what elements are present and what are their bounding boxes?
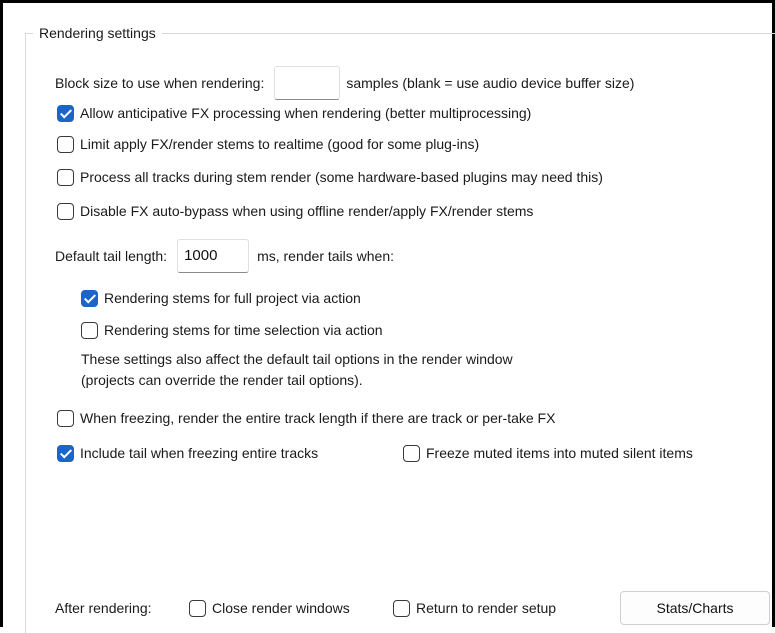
return-setup-option[interactable]: Return to render setup — [393, 598, 556, 618]
block-size-row: Block size to use when rendering: sample… — [55, 66, 634, 100]
tail-length-row: Default tail length: 1000 ms, render tai… — [55, 239, 394, 273]
include-tail-option[interactable]: Include tail when freezing entire tracks — [57, 443, 318, 463]
tail-length-input[interactable]: 1000 — [177, 239, 250, 273]
freeze-muted-option[interactable]: Freeze muted items into muted silent ite… — [403, 443, 693, 463]
close-render-windows-checkbox[interactable] — [189, 599, 206, 617]
process-all-tracks-checkbox[interactable] — [57, 168, 74, 186]
include-tail-checkbox[interactable] — [57, 444, 74, 462]
block-size-suffix: samples (blank = use audio device buffer… — [346, 75, 635, 91]
time-selection-checkbox[interactable] — [81, 321, 98, 339]
freeze-muted-checkbox[interactable] — [403, 444, 420, 462]
process-all-tracks-option[interactable]: Process all tracks during stem render (s… — [57, 167, 603, 187]
close-render-windows-label: Close render windows — [212, 600, 350, 616]
freeze-muted-label: Freeze muted items into muted silent ite… — [426, 445, 693, 461]
anticipative-fx-option[interactable]: Allow anticipative FX processing when re… — [57, 103, 531, 123]
disable-auto-bypass-option[interactable]: Disable FX auto-bypass when using offlin… — [57, 201, 533, 221]
return-setup-label: Return to render setup — [416, 600, 557, 616]
close-render-windows-option[interactable]: Close render windows — [189, 598, 350, 618]
include-tail-label: Include tail when freezing entire tracks — [80, 445, 319, 461]
settings-panel: Rendering settings Block size to use whe… — [0, 0, 775, 633]
freeze-entire-length-label: When freezing, render the entire track l… — [80, 410, 556, 426]
limit-realtime-option[interactable]: Limit apply FX/render stems to realtime … — [57, 134, 479, 154]
process-all-tracks-label: Process all tracks during stem render (s… — [80, 169, 603, 185]
disable-auto-bypass-checkbox[interactable] — [57, 202, 74, 220]
after-rendering-label: After rendering: — [55, 600, 152, 616]
stats-charts-button[interactable]: Stats/Charts — [620, 591, 770, 625]
time-selection-option[interactable]: Rendering stems for time selection via a… — [81, 320, 383, 340]
disable-auto-bypass-label: Disable FX auto-bypass when using offlin… — [80, 203, 534, 219]
tail-note-line2: (projects can override the render tail o… — [81, 372, 363, 388]
anticipative-fx-label: Allow anticipative FX processing when re… — [80, 105, 532, 121]
tail-note-line1: These settings also affect the default t… — [81, 351, 513, 367]
limit-realtime-checkbox[interactable] — [57, 135, 74, 153]
freeze-entire-length-option[interactable]: When freezing, render the entire track l… — [57, 408, 555, 428]
full-project-checkbox[interactable] — [81, 289, 98, 307]
anticipative-fx-checkbox[interactable] — [57, 104, 74, 122]
full-project-label: Rendering stems for full project via act… — [104, 290, 361, 306]
limit-realtime-label: Limit apply FX/render stems to realtime … — [80, 136, 480, 152]
tail-length-label: Default tail length: — [55, 248, 168, 264]
group-title: Rendering settings — [33, 24, 162, 42]
tail-length-suffix: ms, render tails when: — [257, 248, 395, 264]
block-size-label: Block size to use when rendering: — [55, 75, 265, 91]
freeze-entire-length-checkbox[interactable] — [57, 409, 74, 427]
block-size-input[interactable] — [274, 66, 341, 100]
return-setup-checkbox[interactable] — [393, 599, 410, 617]
full-project-option[interactable]: Rendering stems for full project via act… — [81, 288, 361, 308]
time-selection-label: Rendering stems for time selection via a… — [104, 322, 383, 338]
